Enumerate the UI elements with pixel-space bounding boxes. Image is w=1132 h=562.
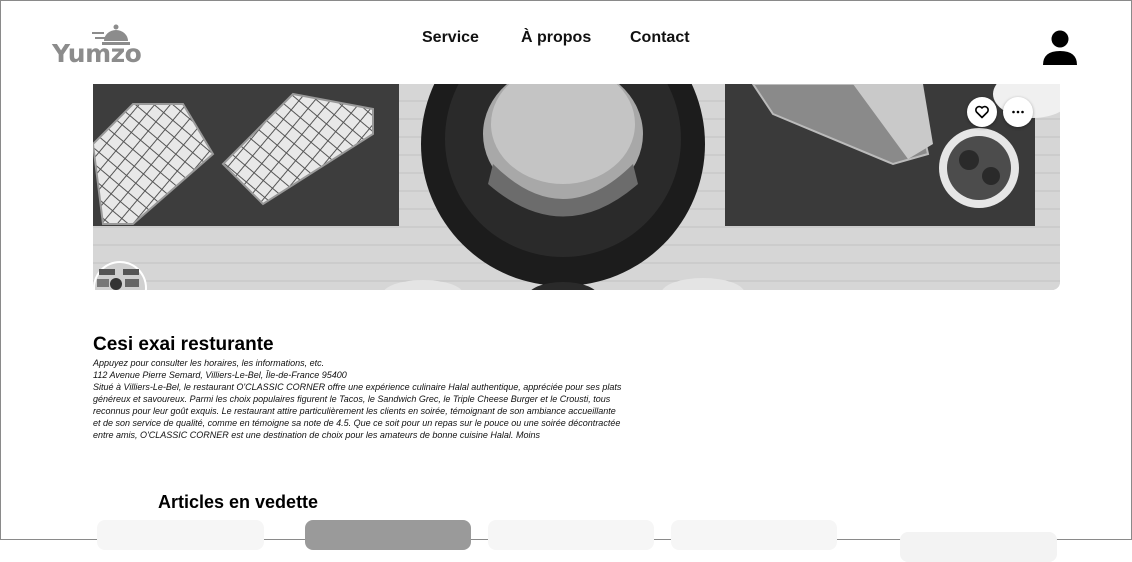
description-text: Situé à Villiers-Le-Bel, le restaurant O… bbox=[93, 382, 622, 440]
featured-article-card[interactable] bbox=[488, 520, 654, 550]
banner-image bbox=[93, 84, 1060, 290]
restaurant-name: Cesi exai resturante bbox=[93, 334, 274, 355]
nav-contact[interactable]: Contact bbox=[630, 29, 690, 47]
nav-a-propos[interactable]: À propos bbox=[521, 29, 591, 47]
info-hint: Appuyez pour consulter les horaires, les… bbox=[93, 358, 325, 368]
restaurant-info[interactable]: Appuyez pour consulter les horaires, les… bbox=[93, 357, 623, 441]
heart-icon bbox=[975, 105, 989, 119]
featured-article-card[interactable] bbox=[97, 520, 264, 550]
user-icon bbox=[1043, 30, 1077, 65]
favorite-button[interactable] bbox=[967, 97, 997, 127]
nav-service[interactable]: Service bbox=[422, 29, 479, 47]
featured-article-card[interactable] bbox=[305, 520, 471, 550]
restaurant-avatar[interactable] bbox=[93, 259, 153, 290]
more-icon bbox=[1012, 110, 1024, 114]
featured-article-card[interactable] bbox=[900, 532, 1057, 562]
more-options-button[interactable] bbox=[1003, 97, 1033, 127]
restaurant-address: 112 Avenue Pierre Semard, Villiers-Le-Be… bbox=[93, 370, 347, 380]
main-nav: Service À propos Contact bbox=[0, 29, 1132, 49]
show-less-link[interactable]: Moins bbox=[516, 430, 540, 440]
restaurant-description: Situé à Villiers-Le-Bel, le restaurant O… bbox=[93, 381, 623, 441]
featured-article-card[interactable] bbox=[671, 520, 837, 550]
user-account-button[interactable] bbox=[1041, 29, 1079, 67]
featured-title: Articles en vedette bbox=[158, 492, 319, 512]
